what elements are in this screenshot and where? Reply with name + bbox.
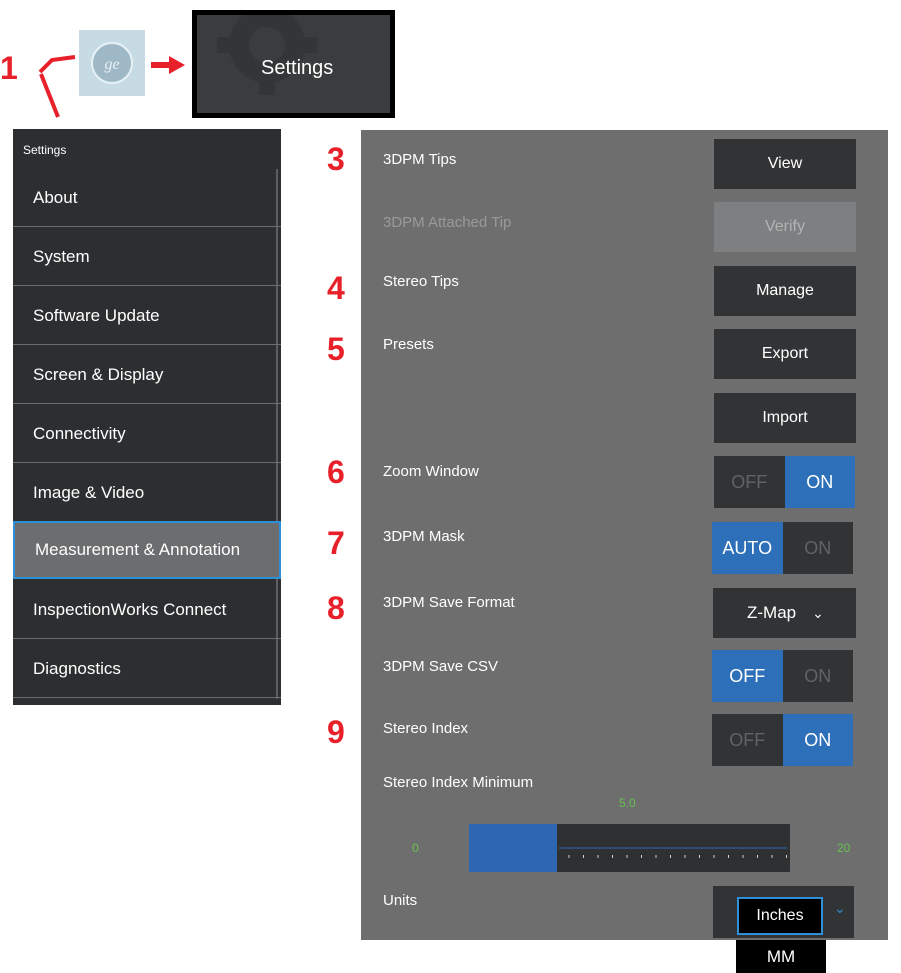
label-presets: Presets	[383, 336, 434, 353]
callout-1-line	[38, 55, 76, 74]
zoom-window-off[interactable]: OFF	[714, 456, 785, 508]
menu-item-inspectionworks-connect[interactable]: InspectionWorks Connect	[13, 581, 281, 639]
import-button[interactable]: Import	[714, 393, 856, 443]
slider-min-label: 0	[412, 841, 419, 855]
svg-text:ge: ge	[104, 56, 119, 73]
3dpm-mask-toggle[interactable]: AUTO ON	[712, 522, 853, 574]
3dpm-mask-auto[interactable]: AUTO	[712, 522, 783, 574]
verify-button: Verify	[714, 202, 856, 252]
menu-item-label: System	[33, 246, 90, 266]
measurement-settings-panel: 3DPM Tips View 3DPM Attached Tip Verify …	[361, 130, 888, 940]
menu-title: Settings	[23, 143, 67, 157]
stereo-index-on[interactable]: ON	[782, 714, 853, 766]
stereo-index-toggle[interactable]: OFF ON	[712, 714, 853, 766]
slider-ticks	[559, 847, 787, 858]
menu-item-label: Connectivity	[33, 423, 126, 443]
menu-item-label: Measurement & Annotation	[35, 540, 241, 559]
menu-item-measurement-annotation[interactable]: Measurement & Annotation	[13, 521, 281, 579]
label-3dpm-mask: 3DPM Mask	[383, 528, 465, 545]
slider-current-value: 5.0	[619, 796, 636, 810]
chevron-down-icon: ⌄	[834, 900, 846, 916]
menu-item-label: Image & Video	[33, 482, 145, 502]
menu-item-connectivity[interactable]: Connectivity	[13, 405, 281, 463]
label-units: Units	[383, 892, 418, 909]
settings-menu: Settings About System Software Update Sc…	[13, 129, 281, 705]
menu-item-system[interactable]: System	[13, 228, 281, 286]
stereo-index-minimum-slider[interactable]	[469, 824, 790, 872]
menu-item-label: InspectionWorks Connect	[33, 599, 227, 619]
menu-item-label: Diagnostics	[33, 658, 121, 678]
view-button[interactable]: View	[714, 139, 856, 189]
zoom-window-on[interactable]: ON	[784, 456, 855, 508]
ge-logo-glyph: ge	[91, 42, 133, 84]
3dpm-mask-on[interactable]: ON	[783, 522, 854, 574]
settings-tile[interactable]: Settings	[192, 10, 395, 118]
label-3dpm-tips: 3DPM Tips	[383, 151, 457, 168]
chevron-down-icon: ⌄	[812, 604, 824, 621]
save-format-value: Z-Map	[747, 603, 797, 622]
menu-item-image-video[interactable]: Image & Video	[13, 464, 281, 522]
menu-item-label: Screen & Display	[33, 364, 164, 384]
label-3dpm-attached-tip: 3DPM Attached Tip	[383, 214, 512, 231]
save-csv-toggle[interactable]: OFF ON	[712, 650, 853, 702]
units-option-mm[interactable]: MM	[736, 940, 826, 973]
ge-logo-icon[interactable]: ge	[79, 30, 145, 96]
menu-item-label: About	[33, 187, 78, 207]
manage-button[interactable]: Manage	[714, 266, 856, 316]
zoom-window-toggle[interactable]: OFF ON	[714, 456, 855, 508]
save-csv-off[interactable]: OFF	[712, 650, 783, 702]
menu-item-screen-display[interactable]: Screen & Display	[13, 346, 281, 404]
label-stereo-tips: Stereo Tips	[383, 273, 459, 290]
label-stereo-index: Stereo Index	[383, 720, 469, 737]
units-option-inches[interactable]: Inches	[737, 897, 823, 935]
label-3dpm-save-csv: 3DPM Save CSV	[383, 658, 499, 675]
menu-item-software-update[interactable]: Software Update	[13, 287, 281, 345]
label-stereo-index-minimum: Stereo Index Minimum	[383, 774, 534, 791]
callout-1-line-down	[39, 73, 60, 118]
stereo-index-off[interactable]: OFF	[712, 714, 783, 766]
settings-tile-label: Settings	[261, 57, 334, 79]
menu-item-diagnostics[interactable]: Diagnostics	[13, 640, 281, 698]
export-button[interactable]: Export	[714, 329, 856, 379]
save-format-select[interactable]: Z-Map ⌄	[713, 588, 856, 638]
slider-max-label: 20	[837, 841, 851, 855]
right-arrow-icon	[151, 56, 185, 74]
menu-item-about[interactable]: About	[13, 169, 281, 227]
label-3dpm-save-format: 3DPM Save Format	[383, 594, 515, 611]
save-csv-on[interactable]: ON	[783, 650, 854, 702]
menu-item-label: Software Update	[33, 305, 160, 325]
label-zoom-window: Zoom Window	[383, 463, 479, 480]
